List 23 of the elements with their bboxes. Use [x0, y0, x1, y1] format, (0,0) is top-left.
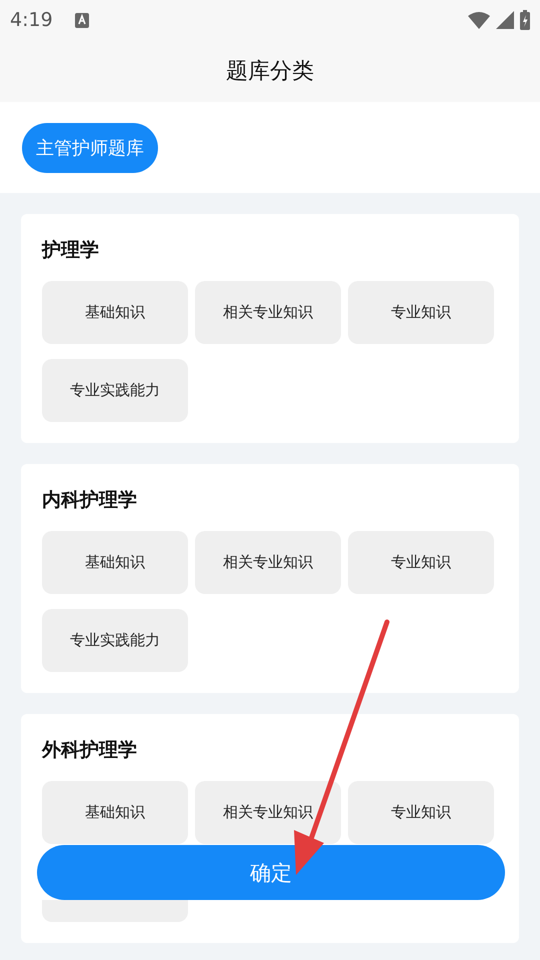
subject-chip[interactable]: 基础知识 — [42, 531, 188, 594]
signal-icon — [496, 11, 514, 29]
wifi-icon — [468, 11, 490, 29]
subject-chip[interactable]: 专业知识 — [348, 531, 494, 594]
subject-chip[interactable]: 专业实践能力 — [42, 359, 188, 422]
subject-chip[interactable]: 相关专业知识 — [195, 781, 341, 844]
subject-chip[interactable] — [42, 900, 188, 922]
category-title: 外科护理学 — [42, 738, 138, 763]
subject-chip[interactable]: 专业知识 — [348, 281, 494, 344]
category-title: 内科护理学 — [42, 488, 138, 513]
battery-icon — [520, 10, 530, 30]
confirm-button[interactable]: 确定 — [37, 845, 505, 900]
subject-chip[interactable]: 专业知识 — [348, 781, 494, 844]
notification-icon — [74, 12, 89, 28]
subject-chip[interactable]: 相关专业知识 — [195, 531, 341, 594]
status-time: 4:19 — [10, 9, 53, 31]
page-title: 题库分类 — [226, 58, 314, 86]
category-title: 护理学 — [42, 238, 100, 263]
bank-tab[interactable]: 主管护师题库 — [22, 123, 158, 173]
subject-chip[interactable]: 专业实践能力 — [42, 609, 188, 672]
subject-chip[interactable]: 相关专业知识 — [195, 281, 341, 344]
subject-chip[interactable]: 基础知识 — [42, 781, 188, 844]
subject-chip[interactable]: 基础知识 — [42, 281, 188, 344]
